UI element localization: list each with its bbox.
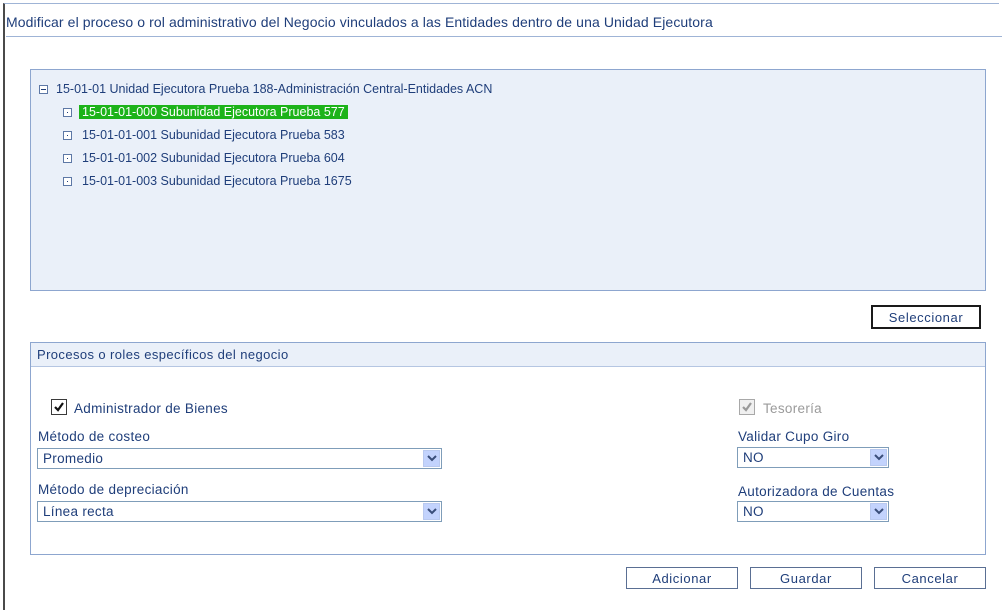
autorizadora-select[interactable]: NO: [737, 501, 889, 522]
leaf-node-icon[interactable]: [63, 108, 72, 117]
metodo-depreciacion-value: Línea recta: [43, 504, 114, 519]
title-divider: [6, 36, 1002, 37]
tree-root-label: 15-01-01 Unidad Ejecutora Prueba 188-Adm…: [56, 82, 493, 96]
dropdown-arrow[interactable]: [423, 503, 440, 520]
dropdown-arrow[interactable]: [870, 449, 887, 466]
tesoreria-checkbox[interactable]: [739, 399, 755, 415]
tree-item-label: 15-01-01-000 Subunidad Ejecutora Prueba …: [79, 105, 348, 119]
check-icon: [54, 402, 64, 412]
metodo-costeo-label: Método de costeo: [38, 429, 151, 444]
tree-item-label: 15-01-01-003 Subunidad Ejecutora Prueba …: [82, 174, 352, 188]
tree-item-002[interactable]: 15-01-01-002 Subunidad Ejecutora Prueba …: [79, 149, 348, 167]
validar-cupo-value: NO: [743, 450, 764, 465]
chevron-down-icon: [874, 454, 884, 461]
business-roles-section: Procesos o roles específicos del negocio…: [30, 342, 986, 555]
tree-root-item[interactable]: 15-01-01 Unidad Ejecutora Prueba 188-Adm…: [54, 80, 494, 98]
chevron-down-icon: [427, 455, 437, 462]
add-button[interactable]: Adicionar: [626, 567, 738, 589]
autorizadora-label: Autorizadora de Cuentas: [738, 484, 895, 499]
tree-item-label: 15-01-01-001 Subunidad Ejecutora Prueba …: [82, 128, 345, 142]
save-button[interactable]: Guardar: [750, 567, 862, 589]
validar-cupo-label: Validar Cupo Giro: [738, 429, 850, 444]
admin-bienes-checkbox[interactable]: [51, 399, 67, 415]
section-legend: Procesos o roles específicos del negocio: [31, 343, 985, 367]
tree-item-001[interactable]: 15-01-01-001 Subunidad Ejecutora Prueba …: [79, 126, 348, 144]
tree-item-label: 15-01-01-002 Subunidad Ejecutora Prueba …: [82, 151, 345, 165]
dropdown-arrow[interactable]: [870, 503, 887, 520]
chevron-down-icon: [427, 508, 437, 515]
metodo-costeo-value: Promedio: [43, 451, 104, 466]
metodo-costeo-select[interactable]: Promedio: [37, 448, 442, 469]
admin-bienes-label: Administrador de Bienes: [74, 401, 228, 416]
tesoreria-label: Tesorería: [763, 401, 822, 416]
validar-cupo-select[interactable]: NO: [737, 447, 889, 468]
leaf-node-icon[interactable]: [63, 131, 72, 140]
chevron-down-icon: [874, 508, 884, 515]
autorizadora-value: NO: [743, 504, 764, 519]
dropdown-arrow[interactable]: [423, 450, 440, 467]
metodo-depreciacion-label: Método de depreciación: [38, 482, 189, 497]
collapse-icon[interactable]: [39, 85, 48, 94]
check-icon: [742, 402, 752, 412]
tree-item-000[interactable]: 15-01-01-000 Subunidad Ejecutora Prueba …: [79, 103, 348, 121]
cancel-button[interactable]: Cancelar: [874, 567, 986, 589]
leaf-node-icon[interactable]: [63, 154, 72, 163]
leaf-node-icon[interactable]: [63, 177, 72, 186]
page-title: Modificar el proceso o rol administrativ…: [6, 14, 713, 30]
metodo-depreciacion-select[interactable]: Línea recta: [37, 501, 442, 522]
tree-item-003[interactable]: 15-01-01-003 Subunidad Ejecutora Prueba …: [79, 172, 355, 190]
entity-tree: 15-01-01 Unidad Ejecutora Prueba 188-Adm…: [30, 69, 986, 291]
select-button[interactable]: Seleccionar: [871, 305, 981, 329]
